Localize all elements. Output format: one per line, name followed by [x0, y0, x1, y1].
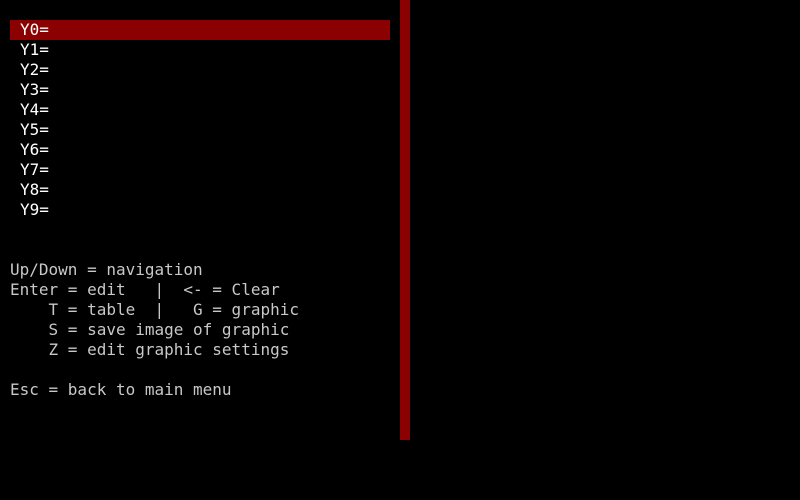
help-line-graphic-settings: Z = edit graphic settings [10, 340, 290, 359]
equation-row-y9[interactable]: Y9= [10, 200, 390, 220]
equation-row-y1[interactable]: Y1= [10, 40, 390, 60]
equation-label: Y1= [20, 40, 49, 59]
equation-row-y8[interactable]: Y8= [10, 180, 390, 200]
panel-divider [400, 0, 410, 440]
equation-label: Y3= [20, 80, 49, 99]
help-line-save-image: S = save image of graphic [10, 320, 290, 339]
help-line-table-graphic: T = table | G = graphic [10, 300, 299, 319]
equation-row-y3[interactable]: Y3= [10, 80, 390, 100]
equation-row-y0[interactable]: Y0= [10, 20, 390, 40]
equation-row-y6[interactable]: Y6= [10, 140, 390, 160]
equation-label: Y9= [20, 200, 49, 219]
help-line-escape: Esc = back to main menu [10, 380, 232, 399]
equation-label: Y0= [20, 20, 49, 39]
equation-label: Y7= [20, 160, 49, 179]
equation-row-y5[interactable]: Y5= [10, 120, 390, 140]
function-editor-screen: Y0= Y1= Y2= Y3= Y4= Y5= Y6= Y7= Y8= Y9= … [0, 0, 800, 500]
equation-label: Y4= [20, 100, 49, 119]
graph-area [410, 0, 800, 500]
help-line-blank [10, 360, 390, 380]
equation-label: Y8= [20, 180, 49, 199]
help-line-navigation: Up/Down = navigation [10, 260, 203, 279]
help-text: Up/Down = navigation Enter = edit | <- =… [10, 260, 390, 400]
equation-list: Y0= Y1= Y2= Y3= Y4= Y5= Y6= Y7= Y8= Y9= [10, 20, 390, 220]
equation-row-y4[interactable]: Y4= [10, 100, 390, 120]
equation-row-y2[interactable]: Y2= [10, 60, 390, 80]
help-line-edit-clear: Enter = edit | <- = Clear [10, 280, 280, 299]
equation-label: Y6= [20, 140, 49, 159]
equation-row-y7[interactable]: Y7= [10, 160, 390, 180]
equation-label: Y5= [20, 120, 49, 139]
equation-label: Y2= [20, 60, 49, 79]
